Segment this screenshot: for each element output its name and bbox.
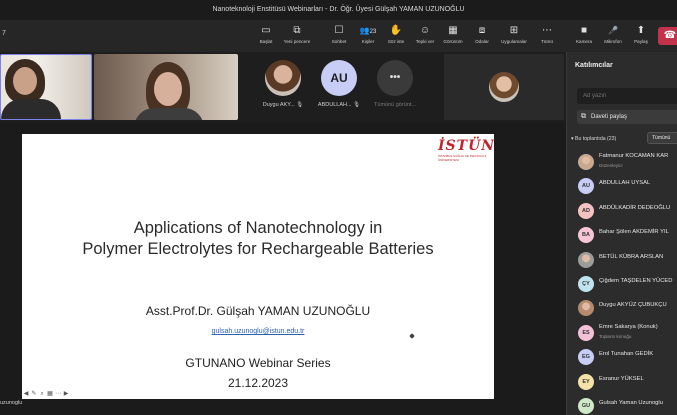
phone-icon: ☎ (663, 30, 677, 41)
new-window-icon: ⧉ (293, 25, 301, 36)
list-item[interactable]: BA Bahar Şölen AKDEMİR YIL (567, 223, 677, 247)
participants-panel: Katılımcılar ⧉Daveti paylaş ▾ Bu toplant… (566, 52, 677, 415)
list-item[interactable]: EY Esranur YÜKSEL (567, 370, 677, 394)
meeting-timer: 7 (2, 30, 6, 37)
meeting-toolbar: 7 ▭ Başlat ⧉ Yeni pencere ☐ Sohbet 👥23 K… (0, 20, 677, 52)
prev-icon[interactable]: ◀ (22, 390, 30, 397)
avatar: EG (578, 349, 594, 366)
grid-icon[interactable]: ▦ (46, 390, 54, 397)
avatar (578, 154, 594, 170)
list-item[interactable]: ÇY Çiğdem TAŞDELEN YÜCED (567, 272, 677, 296)
people-count-badge: 23 (369, 29, 377, 35)
new-window-button[interactable]: ⧉ Yeni pencere (280, 24, 314, 50)
window-title: Nanoteknoloji Enstitüsü Webinarları - Dr… (0, 0, 677, 20)
more-button[interactable]: ⋯ Tümü (530, 24, 564, 50)
avatar: ES (578, 324, 594, 341)
avatar (578, 251, 594, 268)
rooms-icon: ⧈ (478, 25, 486, 36)
more-icon: ⋯ (542, 25, 552, 36)
start-button[interactable]: ▭ Başlat (249, 24, 283, 50)
share-invite-button[interactable]: ⧉ Daveti paylaş (577, 110, 677, 124)
slide-series: GTUNANO Webinar Series (185, 356, 331, 370)
avatar (265, 60, 301, 96)
mic-muted-icon: 🎙 (353, 102, 361, 108)
participant-tile-abdullah[interactable]: AU ABDULLAH... 🎙 (308, 58, 370, 118)
video-tile-speaker[interactable] (0, 54, 92, 120)
presentation-slide: İSTÜN İSTANBUL SAĞLIK VE TEKNOLOJİ ÜNİVE… (22, 134, 494, 399)
slide-date: 21.12.2023 (227, 376, 289, 390)
avatar (578, 300, 594, 317)
avatar: AU (578, 178, 594, 195)
list-item[interactable]: ES Emre Sakarya (Konuk) Toplantı konuğu (567, 321, 677, 345)
view-all-tile[interactable]: ••• Tümünü görünt... (364, 58, 426, 118)
participant-tile-duygu[interactable]: Duygu AKY... 🎙 (252, 58, 314, 118)
list-item[interactable]: EG Erol Tunahan GEDİK (567, 345, 677, 369)
zoom-icon[interactable]: ⌕ (38, 391, 46, 398)
avatar: AU (321, 60, 357, 96)
leave-button[interactable]: ☎ (658, 27, 677, 45)
slide-title: Applications of Nanotechnology in Polyme… (82, 219, 434, 258)
slide-controls: ◀ ✎ ⌕ ▦ ⋯ ▶ (22, 390, 70, 400)
in-meeting-section-header[interactable]: ▾ Bu toplantıda (23) (571, 136, 616, 142)
share-icon: ⧉ (581, 113, 586, 120)
share-button[interactable]: ⬆ Paylaş (624, 24, 658, 50)
participant-list: Fatmanur KOCAMAN KAR Düzenleyici AU ABDU… (567, 150, 677, 415)
next-icon[interactable]: ▶ (62, 390, 70, 397)
avatar: GU (578, 397, 594, 414)
slide-email-link[interactable]: gulsah.uzunoglu@istun.edu.tr (22, 328, 494, 335)
video-strip: Duygu AKY... 🎙 AU ABDULLAH... 🎙 ••• Tümü… (0, 52, 566, 122)
avatar: BA (578, 227, 594, 244)
list-item[interactable]: BETÜL KÜBRA ARSLAN (567, 248, 677, 272)
shared-content-stage: İSTÜN İSTANBUL SAĞLIK VE TEKNOLOJİ ÜNİVE… (0, 122, 566, 415)
participant-search-input[interactable] (577, 88, 677, 104)
avatar: EY (578, 373, 594, 390)
presenter-label: uzunoglu (0, 400, 23, 406)
share-icon: ⬆ (636, 25, 646, 36)
more-icon: ••• (377, 60, 413, 96)
avatar: ÇY (578, 275, 594, 292)
istun-logo: İSTÜN İSTANBUL SAĞLIK VE TEKNOLOJİ ÜNİVE… (438, 138, 496, 162)
mute-all-button[interactable]: Tümünü (647, 132, 677, 144)
list-item[interactable]: Fatmanur KOCAMAN KAR Düzenleyici (567, 150, 677, 174)
pen-icon[interactable]: ✎ (30, 390, 38, 397)
list-item[interactable]: GU Gulsah Yaman Uzunoglu (567, 394, 677, 415)
rooms-button[interactable]: ⧈ Odalar (465, 24, 499, 50)
people-icon: 👥 (359, 26, 370, 35)
self-video-tile[interactable] (444, 54, 564, 120)
slide-author: Asst.Prof.Dr. Gülşah YAMAN UZUNOĞLU (145, 304, 371, 318)
panel-title: Katılımcılar (575, 62, 613, 69)
avatar: AD (578, 202, 594, 219)
avatar (489, 72, 519, 102)
video-tile-participant[interactable] (94, 54, 238, 120)
apps-button[interactable]: ⊞ Uygulamalar (497, 24, 531, 50)
list-item[interactable]: AD ABDÜLKADİR DEDEOĞLU (567, 199, 677, 223)
apps-icon: ⊞ (509, 25, 519, 36)
mic-muted-icon: 🎙 (296, 102, 304, 108)
more-icon[interactable]: ⋯ (54, 390, 62, 397)
list-item[interactable]: AU ABDULLAH UYSAL (567, 174, 677, 198)
screen-icon: ▭ (261, 25, 271, 36)
list-item[interactable]: Duygu AKYÜZ ÇUBUKÇU (567, 296, 677, 320)
